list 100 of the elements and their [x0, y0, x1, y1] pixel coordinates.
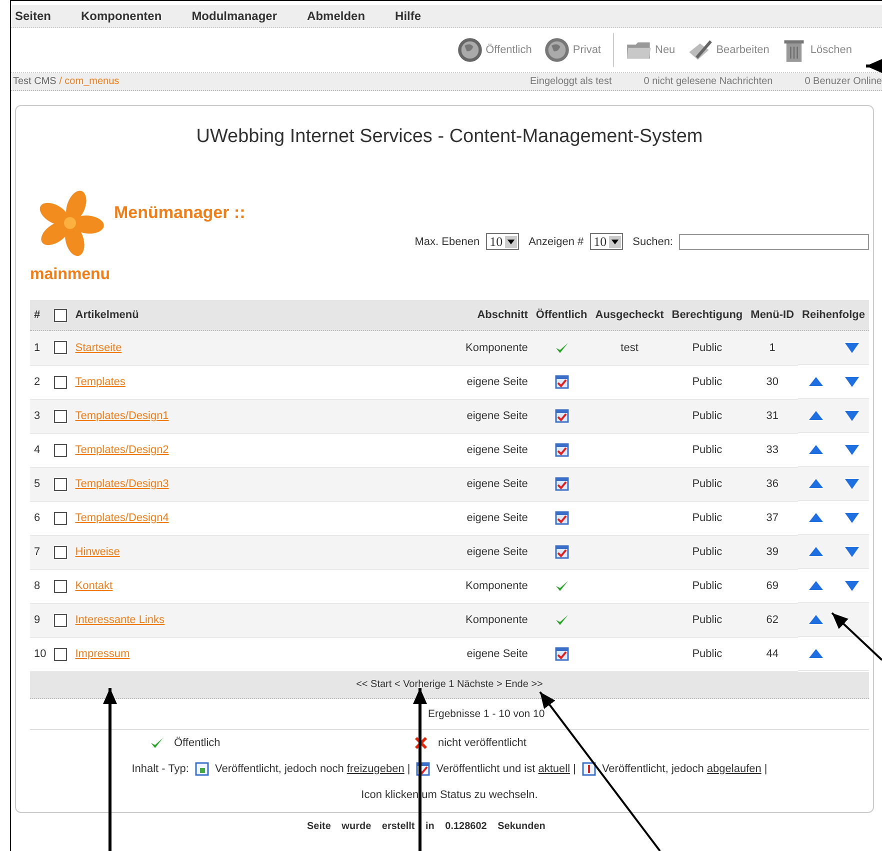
globe-icon	[456, 37, 483, 63]
column-header: Menü-ID	[746, 300, 798, 330]
table-cell: 1	[746, 330, 798, 365]
row-checkbox[interactable]	[54, 410, 68, 422]
status-page-icon[interactable]	[554, 409, 569, 423]
legend-label: Öffentlich	[174, 736, 220, 748]
move-up-icon[interactable]	[808, 444, 824, 456]
table-cell: Public	[668, 365, 747, 399]
table-cell: Komponente	[462, 330, 532, 365]
toolbar-button[interactable]: Bearbeiten	[687, 37, 770, 63]
status-text: Eingeloggt als test	[530, 76, 612, 87]
row-number: 2	[30, 365, 50, 399]
column-header: Abschnitt	[462, 300, 532, 330]
menu-item-link[interactable]: Hinweise	[75, 546, 120, 558]
row-number: 10	[30, 637, 50, 671]
table-cell: 30	[746, 365, 798, 399]
table-cell: Public	[668, 330, 747, 365]
move-down-icon[interactable]	[844, 444, 860, 456]
move-down-icon[interactable]	[844, 342, 860, 354]
row-checkbox[interactable]	[54, 546, 68, 558]
results-count: Ergebnisse 1 - 10 von 10	[30, 698, 869, 730]
legend-text: Veröffentlicht, jedoch noch freizugeben |	[214, 762, 410, 774]
legend-link[interactable]: abgelaufen	[706, 762, 762, 774]
page-title: Menümanager ::	[114, 203, 246, 223]
move-up-icon[interactable]	[808, 478, 824, 490]
move-up-icon[interactable]	[808, 648, 824, 660]
search-field[interactable]	[679, 234, 869, 250]
table-cell: Public	[668, 569, 747, 603]
checkmark-icon[interactable]	[554, 340, 569, 355]
table-cell: 44	[746, 637, 798, 671]
menu-item-link[interactable]: Templates/Design1	[75, 410, 169, 422]
status-page-icon[interactable]	[554, 477, 569, 491]
move-down-icon[interactable]	[844, 512, 860, 524]
menu-item-link[interactable]: Interessante Links	[75, 614, 165, 626]
menu-item[interactable]: Modulmanager	[192, 9, 278, 23]
row-number: 1	[30, 330, 50, 365]
move-up-icon[interactable]	[808, 376, 824, 388]
status-page-icon[interactable]	[554, 443, 569, 457]
menu-name: mainmenu	[30, 266, 112, 284]
toolbar-button[interactable]: Löschen	[781, 37, 852, 63]
legend-label: Inhalt - Typ:	[132, 762, 189, 774]
row-checkbox[interactable]	[54, 648, 68, 660]
menu-item-link[interactable]: Templates/Design3	[75, 478, 169, 490]
status-page-icon[interactable]	[554, 511, 569, 525]
toolbar-button[interactable]: Öffentlich	[456, 37, 532, 63]
move-up-icon[interactable]	[808, 512, 824, 524]
legend-link[interactable]: freizugeben	[346, 762, 404, 774]
cross-icon	[414, 736, 428, 750]
menu-item-link[interactable]: Impressum	[75, 648, 130, 660]
legend-link[interactable]: aktuell	[538, 762, 570, 774]
table-cell: 36	[746, 467, 798, 501]
table-cell: eigene Seite	[462, 637, 532, 671]
row-checkbox[interactable]	[54, 376, 68, 388]
select-all-checkbox[interactable]	[54, 308, 68, 322]
table-cell: Public	[668, 433, 747, 467]
column-header: Artikelmenü	[71, 300, 462, 330]
row-number: 7	[30, 535, 50, 569]
move-down-icon[interactable]	[844, 580, 860, 592]
menu-item[interactable]: Abmelden	[307, 9, 366, 23]
table-cell: Komponente	[462, 569, 532, 603]
row-checkbox[interactable]	[54, 444, 68, 456]
row-number: 6	[30, 501, 50, 535]
menu-item-link[interactable]: Templates	[75, 376, 126, 388]
status-page-icon[interactable]	[554, 375, 569, 389]
limit-dropdown[interactable]: 10	[590, 233, 623, 250]
table-cell: eigene Seite	[462, 501, 532, 535]
row-checkbox[interactable]	[54, 512, 68, 524]
status-page-icon[interactable]	[554, 647, 569, 661]
table-cell: test	[591, 330, 668, 365]
menu-item-link[interactable]: Templates/Design2	[75, 444, 169, 456]
menu-item-link[interactable]: Templates/Design4	[75, 512, 169, 524]
row-number: 5	[30, 467, 50, 501]
move-up-icon[interactable]	[808, 580, 824, 592]
toolbar-button[interactable]: Privat	[544, 37, 601, 63]
move-down-icon[interactable]	[844, 478, 860, 490]
status-page-icon[interactable]	[554, 545, 569, 559]
row-checkbox[interactable]	[54, 580, 68, 592]
row-number: 8	[30, 569, 50, 603]
checkmark-icon[interactable]	[554, 579, 569, 593]
move-up-icon[interactable]	[808, 614, 824, 626]
menu-item-link[interactable]: Kontakt	[75, 580, 113, 592]
menu-item[interactable]: Seiten	[15, 9, 52, 23]
move-up-icon[interactable]	[808, 410, 824, 422]
move-down-icon[interactable]	[844, 546, 860, 558]
menu-item[interactable]: Komponenten	[81, 9, 162, 23]
pagination[interactable]: << Start < Vorherige 1 Nächste > Ende >>	[30, 672, 869, 698]
move-down-icon[interactable]	[844, 410, 860, 422]
menu-item[interactable]: Hilfe	[395, 9, 422, 23]
table-cell: 33	[746, 433, 798, 467]
row-checkbox[interactable]	[54, 341, 68, 354]
toolbar-button[interactable]: Neu	[626, 37, 676, 63]
row-checkbox[interactable]	[54, 614, 68, 626]
move-down-icon[interactable]	[844, 376, 860, 388]
move-up-icon[interactable]	[808, 546, 824, 558]
column-header: #	[30, 300, 50, 330]
menu-item-link[interactable]: Startseite	[75, 342, 122, 354]
levels-dropdown[interactable]: 10	[486, 233, 519, 250]
table-cell: eigene Seite	[462, 467, 532, 501]
row-checkbox[interactable]	[54, 478, 68, 490]
checkmark-icon[interactable]	[554, 613, 569, 627]
